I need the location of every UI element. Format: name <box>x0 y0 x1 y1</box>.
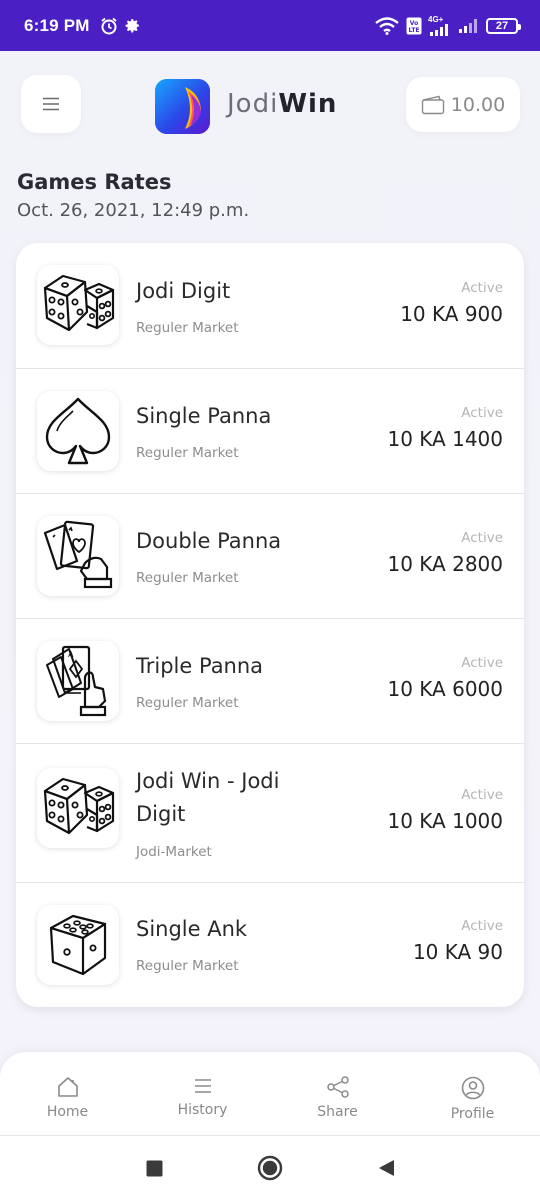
game-name: Jodi Win - Jodi Digit <box>136 769 280 826</box>
three-cards-hand-icon: A <box>46 645 107 717</box>
nav-history[interactable]: History <box>135 1052 270 1135</box>
nav-share[interactable]: Share <box>270 1052 405 1135</box>
dice-pair-icon <box>43 777 115 835</box>
game-status: Active <box>461 655 503 671</box>
game-name: Single Ank <box>136 917 248 941</box>
game-status: Active <box>461 280 503 296</box>
wifi-icon <box>375 16 399 35</box>
system-navigation-bar <box>0 1136 540 1200</box>
game-row[interactable]: Jodi Win - Jodi Digit Jodi-Market Active… <box>16 744 524 883</box>
status-time: 6:19 PM <box>24 15 90 35</box>
game-icon-box <box>37 265 119 345</box>
list-icon <box>194 1079 211 1093</box>
game-market: Reguler Market <box>136 445 239 461</box>
game-rate: 10 KA 6000 <box>387 677 503 701</box>
status-bar: 6:19 PM Vo LTE 4G+ 27 <box>0 0 540 51</box>
signal-strength-2-icon <box>459 18 477 33</box>
wallet-icon <box>421 95 444 114</box>
brand-name: JodiWin <box>227 89 337 119</box>
profile-icon <box>461 1076 484 1100</box>
game-rate: 10 KA 1000 <box>387 809 503 833</box>
home-button[interactable] <box>257 1155 283 1181</box>
game-icon-box <box>37 516 119 596</box>
game-rate: 10 KA 90 <box>412 940 503 964</box>
game-market: Jodi-Market <box>136 844 212 860</box>
game-name: Triple Panna <box>136 654 264 678</box>
game-name: Jodi Digit <box>136 279 231 303</box>
svg-text:A: A <box>68 650 74 659</box>
network-type-label: 4G+ <box>428 15 444 24</box>
game-row[interactable]: Jodi Digit Reguler Market Active 10 KA 9… <box>16 243 524 369</box>
game-market: Reguler Market <box>136 958 239 974</box>
game-status: Active <box>461 787 503 803</box>
page-title: Games Rates <box>17 170 172 194</box>
alarm-icon <box>101 17 117 34</box>
wallet-balance: 10.00 <box>450 93 506 116</box>
game-name: Double Panna <box>136 529 282 553</box>
brand-name-part1: Jodi <box>227 89 279 119</box>
game-status: Active <box>461 405 503 421</box>
game-market: Reguler Market <box>136 320 239 336</box>
spade-icon <box>45 397 111 465</box>
game-row[interactable]: Single Ank Reguler Market Active 10 KA 9… <box>16 883 524 1007</box>
game-icon-box <box>37 768 119 848</box>
volte-icon: VoLTE <box>406 17 422 34</box>
page-date: Oct. 26, 2021, 12:49 p.m. <box>17 200 250 221</box>
app-logo <box>155 79 210 134</box>
signal-strength-icon <box>430 24 448 36</box>
game-rates-list: Jodi Digit Reguler Market Active 10 KA 9… <box>16 243 524 1007</box>
hamburger-menu-icon <box>43 97 59 111</box>
nav-profile-label: Profile <box>450 1106 495 1122</box>
back-button[interactable] <box>377 1159 395 1177</box>
menu-button[interactable] <box>21 75 81 133</box>
two-cards-hand-icon <box>43 520 113 589</box>
game-icon-box: A <box>37 641 119 721</box>
svg-text:LTE: LTE <box>408 27 419 34</box>
game-row[interactable]: Single Panna Reguler Market Active 10 KA… <box>16 369 524 494</box>
game-row[interactable]: Double Panna Reguler Market Active 10 KA… <box>16 494 524 619</box>
app-logo-icon <box>155 79 210 134</box>
wallet-button[interactable]: 10.00 <box>406 77 520 132</box>
game-name: Single Panna <box>136 404 272 428</box>
nav-home[interactable]: Home <box>0 1052 135 1135</box>
page-heading: Games Rates Oct. 26, 2021, 12:49 p.m. <box>17 170 249 221</box>
bottom-navigation: Home History Share Profile <box>0 1052 540 1136</box>
game-market: Reguler Market <box>136 695 239 711</box>
game-row[interactable]: A Triple Panna Reguler Market Active 10 … <box>16 619 524 744</box>
game-icon-box <box>37 905 119 985</box>
game-market: Reguler Market <box>136 570 239 586</box>
recents-button[interactable] <box>146 1160 163 1177</box>
game-rate: 10 KA 1400 <box>387 427 503 451</box>
dice-pair-icon <box>43 274 115 332</box>
battery-indicator: 27 <box>486 17 521 34</box>
single-die-icon <box>49 914 107 976</box>
nav-home-label: Home <box>46 1104 89 1120</box>
brand-name-part2: Win <box>278 89 338 119</box>
home-icon <box>57 1077 78 1097</box>
game-rate: 10 KA 900 <box>400 302 503 326</box>
game-status: Active <box>461 530 503 546</box>
share-icon <box>326 1076 349 1098</box>
game-icon-box <box>37 391 119 471</box>
settings-gear-icon <box>125 19 139 33</box>
game-status: Active <box>461 918 503 934</box>
game-rate: 10 KA 2800 <box>387 552 503 576</box>
app-header: JodiWin 10.00 <box>0 51 540 161</box>
nav-history-label: History <box>177 1102 228 1118</box>
svg-text:Vo: Vo <box>410 20 418 27</box>
nav-share-label: Share <box>317 1104 358 1120</box>
nav-profile[interactable]: Profile <box>405 1052 540 1135</box>
